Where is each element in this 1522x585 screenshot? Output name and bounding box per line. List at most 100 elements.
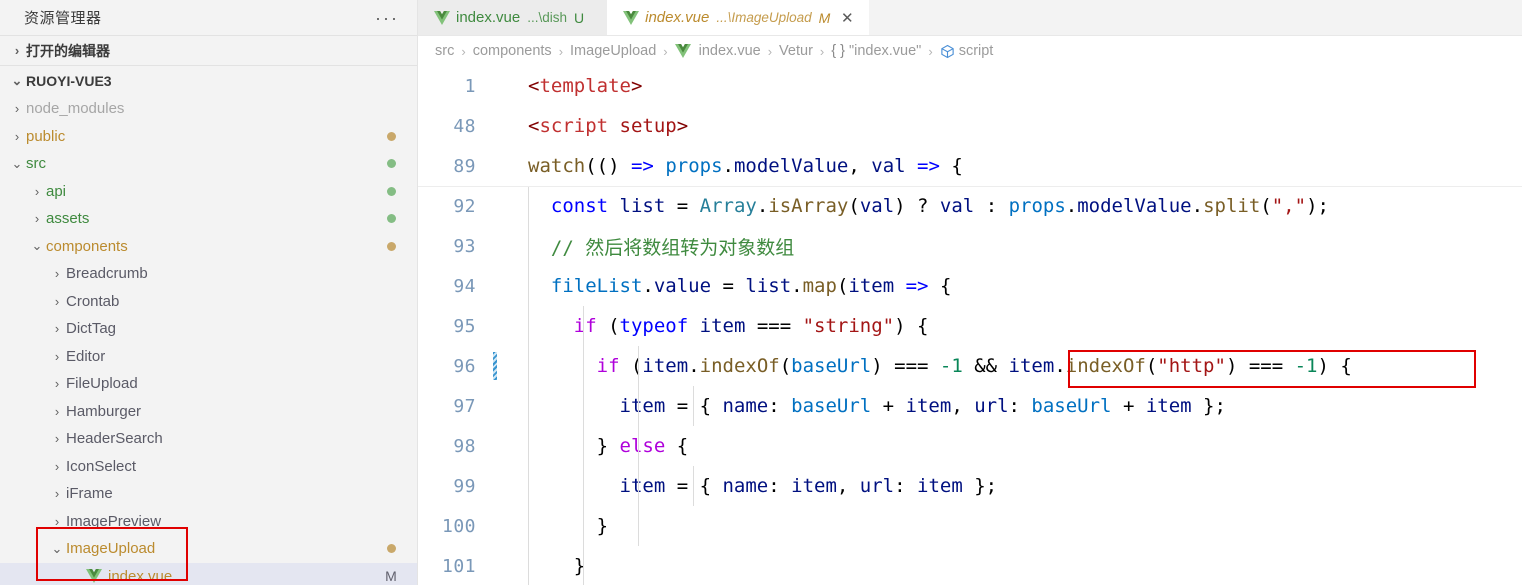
tree-item-label: index.vue xyxy=(108,567,173,585)
tree-item-label: components xyxy=(46,237,128,255)
indent-guide xyxy=(693,466,694,506)
line-number: 48 xyxy=(453,115,476,137)
chevron-right-icon[interactable]: › xyxy=(28,184,46,199)
git-status-dot xyxy=(387,241,396,251)
section-label: 打开的编辑器 xyxy=(26,42,110,59)
tree-item-public[interactable]: › public xyxy=(0,123,417,151)
tree-item-label: HeaderSearch xyxy=(66,430,163,448)
tree-item-label: Hamburger xyxy=(66,402,142,420)
line-number: 1 xyxy=(464,75,476,97)
chevron-right-icon[interactable]: › xyxy=(48,486,66,501)
breadcrumb-separator: › xyxy=(819,43,825,59)
breadcrumb-item-indexvue[interactable]: index.vue xyxy=(674,43,761,59)
breadcrumb-separator: › xyxy=(767,43,773,59)
line-number: 92 xyxy=(453,195,476,217)
breadcrumb: src › components › ImageUpload › index.vue › Vet… xyxy=(418,36,1522,66)
tree-item-components[interactable]: ⌄ components xyxy=(0,233,417,261)
chevron-right-icon[interactable]: › xyxy=(48,404,66,419)
tree-item-fileupload[interactable]: › FileUpload xyxy=(0,370,417,398)
chevron-down-icon[interactable]: ⌄ xyxy=(48,541,66,557)
tab-filepath: ...\ImageUpload xyxy=(716,10,812,25)
chevron-down-icon[interactable]: ⌄ xyxy=(28,238,46,254)
chevron-down-icon[interactable]: ⌄ xyxy=(8,73,26,89)
cube-icon xyxy=(941,44,954,58)
chevron-right-icon[interactable]: › xyxy=(8,101,26,116)
chevron-right-icon[interactable]: › xyxy=(48,376,66,391)
breadcrumb-item-imageupload[interactable]: ImageUpload xyxy=(570,43,656,59)
indent-guide xyxy=(638,386,639,426)
tree-item-src[interactable]: ⌄ src xyxy=(0,150,417,178)
tree-item-iconselect[interactable]: › IconSelect xyxy=(0,453,417,481)
close-icon[interactable]: ✕ xyxy=(839,9,855,27)
editor-tabbar: index.vue ...\dish Uindex.vue ...\ImageUplo… xyxy=(418,0,1522,36)
breadcrumb-item-script[interactable]: script xyxy=(940,43,993,59)
tree-item-editor[interactable]: › Editor xyxy=(0,343,417,371)
breadcrumb-item-indexvue[interactable]: { } "index.vue" xyxy=(831,43,921,59)
tree-item-index-vue[interactable]: index.vue M xyxy=(0,562,417,585)
chevron-right-icon[interactable]: › xyxy=(48,431,66,446)
tree-item-label: FileUpload xyxy=(66,375,138,393)
code-line-92[interactable]: 92 const list = Array.isArray(val) ? val… xyxy=(418,186,1522,226)
explorer-title: 资源管理器 xyxy=(24,10,102,27)
section-label: RUOYI-VUE3 xyxy=(26,72,112,89)
breadcrumb-item-components[interactable]: components xyxy=(473,43,552,59)
vue-icon xyxy=(674,44,691,58)
chevron-down-icon[interactable]: ⌄ xyxy=(8,156,26,172)
code-line-text: } xyxy=(528,515,609,537)
indent-guide xyxy=(528,226,529,266)
code-line-1[interactable]: 1 <template> xyxy=(418,66,1522,106)
tree-item-headersearch[interactable]: › HeaderSearch xyxy=(0,425,417,453)
tree-item-imageupload[interactable]: ⌄ ImageUpload xyxy=(0,535,417,563)
explorer-section-workspace[interactable]: ⌄ RUOYI-VUE3 xyxy=(0,65,417,95)
tree-item-hamburger[interactable]: › Hamburger xyxy=(0,398,417,426)
code-line-text: } else { xyxy=(528,435,689,457)
code-line-text: watch(() => props.modelValue, val => { xyxy=(528,155,963,177)
chevron-right-icon[interactable]: › xyxy=(48,349,66,364)
tree-item-iframe[interactable]: › iFrame xyxy=(0,480,417,508)
vue-icon xyxy=(623,10,640,25)
tree-item-label: node_modules xyxy=(26,100,125,118)
indent-guide xyxy=(583,546,584,585)
code-editor[interactable]: 1 <template> 48 <script setup> 89 watch(() =>… xyxy=(418,66,1522,585)
chevron-right-icon[interactable]: › xyxy=(8,43,26,58)
tree-item-imagepreview[interactable]: › ImagePreview xyxy=(0,508,417,536)
git-status-dot xyxy=(387,159,396,169)
tree-item-api[interactable]: › api xyxy=(0,178,417,206)
breadcrumb-item-src[interactable]: src xyxy=(435,43,454,59)
editor-tab-2[interactable]: index.vue ...\ImageUpload M ✕ xyxy=(607,0,870,35)
chevron-right-icon[interactable]: › xyxy=(48,459,66,474)
code-line-94[interactable]: 94 fileList.value = list.map(item => { xyxy=(418,266,1522,306)
tree-item-crontab[interactable]: › Crontab xyxy=(0,288,417,316)
tree-item-node-modules[interactable]: › node_modules xyxy=(0,95,417,123)
chevron-right-icon[interactable]: › xyxy=(28,211,46,226)
tree-item-breadcrumb[interactable]: › Breadcrumb xyxy=(0,260,417,288)
chevron-right-icon[interactable]: › xyxy=(8,129,26,144)
chevron-right-icon[interactable]: › xyxy=(48,294,66,309)
code-line-48[interactable]: 48 <script setup> xyxy=(418,106,1522,146)
indent-guide xyxy=(638,426,639,466)
explorer-section-open-editors[interactable]: › 打开的编辑器 xyxy=(0,35,417,65)
ellipsis-icon[interactable]: ··· xyxy=(371,9,403,27)
chevron-right-icon[interactable]: › xyxy=(48,321,66,336)
breadcrumb-item-vetur[interactable]: Vetur xyxy=(779,43,813,59)
code-line-89[interactable]: 89 watch(() => props.modelValue, val => { xyxy=(418,146,1522,186)
tree-item-label: api xyxy=(46,182,67,200)
indent-guide xyxy=(583,306,584,346)
line-number: 101 xyxy=(441,555,476,577)
code-line-93[interactable]: 93 // 然后将数组转为对象数组 xyxy=(418,226,1522,266)
code-line-text: <script setup> xyxy=(528,115,689,137)
tree-item-dicttag[interactable]: › DictTag xyxy=(0,315,417,343)
editor-tab-1[interactable]: index.vue ...\dish U xyxy=(418,0,608,35)
chevron-right-icon[interactable]: › xyxy=(48,514,66,529)
indent-guide xyxy=(528,466,529,506)
tree-item-label: Editor xyxy=(66,347,106,365)
folded-region-separator xyxy=(418,186,1522,187)
tree-item-label: src xyxy=(26,155,46,173)
indent-guide xyxy=(528,346,529,386)
code-line-text: const list = Array.isArray(val) ? val : … xyxy=(550,195,1329,217)
chevron-right-icon[interactable]: › xyxy=(48,266,66,281)
code-line-text: if (item.indexOf(baseUrl) === -1 && item… xyxy=(596,355,1352,377)
code-line-text: if (typeof item === "string") { xyxy=(573,315,929,337)
code-line-text: // 然后将数组转为对象数组 xyxy=(550,236,795,259)
tree-item-assets[interactable]: › assets xyxy=(0,205,417,233)
